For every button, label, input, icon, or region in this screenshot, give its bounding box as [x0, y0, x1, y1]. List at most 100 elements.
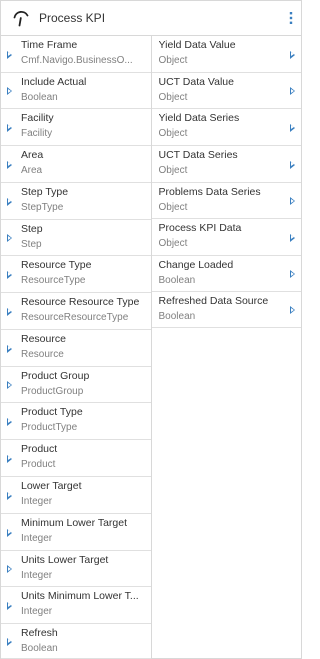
input-port-units-lower-target[interactable]: Units Lower Target Integer: [1, 551, 151, 587]
output-port-arrow-icon[interactable]: [290, 123, 295, 132]
port-name: UCT Data Series: [158, 149, 238, 161]
port-type: ResourceResourceType: [21, 312, 129, 323]
input-port-arrow-icon[interactable]: [7, 344, 12, 353]
output-port-arrow-icon[interactable]: [290, 270, 295, 278]
port-name: Problems Data Series: [158, 186, 261, 198]
input-port-lower-target[interactable]: Lower Target Integer: [1, 477, 151, 514]
output-port-change-loaded[interactable]: Change Loaded Boolean: [151, 256, 301, 292]
port-name: Lower Target: [21, 480, 82, 492]
port-name: Resource Type: [21, 259, 92, 271]
gauge-icon: [10, 7, 32, 29]
port-type: Object: [158, 165, 188, 176]
input-port-arrow-icon[interactable]: [7, 197, 12, 206]
port-name: Step Type: [21, 186, 69, 198]
input-port-time-frame[interactable]: Time Frame Cmf.Navigo.BusinessO...: [1, 36, 151, 73]
port-type: Boolean: [21, 92, 58, 103]
output-port-yield-data-series[interactable]: Yield Data Series Object: [151, 109, 301, 146]
output-port-yield-data-value[interactable]: Yield Data Value Object: [151, 36, 301, 73]
port-type: Boolean: [158, 311, 196, 322]
port-name: Refresh: [21, 627, 58, 639]
input-port-arrow-icon[interactable]: [7, 87, 12, 95]
output-port-uct-data-series[interactable]: UCT Data Series Object: [151, 146, 301, 183]
input-port-arrow-icon[interactable]: [7, 270, 12, 279]
input-port-arrow-icon[interactable]: [7, 307, 12, 316]
input-port-arrow-icon[interactable]: [7, 601, 12, 610]
input-port-refresh[interactable]: Refresh Boolean: [1, 624, 151, 659]
port-name: Minimum Lower Target: [21, 517, 128, 529]
output-port-arrow-icon[interactable]: [290, 160, 295, 169]
port-type: Boolean: [158, 275, 196, 286]
port-type: Integer: [21, 606, 53, 617]
port-name: Process KPI Data: [158, 222, 242, 234]
input-port-include-actual[interactable]: Include Actual Boolean: [1, 73, 151, 109]
input-port-facility[interactable]: Facility Facility: [1, 109, 151, 146]
output-port-arrow-icon[interactable]: [290, 306, 295, 314]
port-type: Boolean: [21, 643, 58, 654]
output-port-refreshed-data-source[interactable]: Refreshed Data Source Boolean: [151, 292, 301, 328]
input-port-resource[interactable]: Resource Resource: [1, 330, 151, 367]
port-name: Units Minimum Lower T...: [21, 590, 139, 602]
port-name: Product: [21, 443, 58, 455]
port-type: Facility: [21, 128, 53, 139]
port-type: Integer: [21, 533, 53, 544]
port-name: Time Frame: [21, 39, 78, 51]
port-type: Object: [158, 202, 188, 213]
input-port-area[interactable]: Area Area: [1, 146, 151, 183]
port-type: ResourceType: [21, 275, 86, 286]
port-name: Resource Resource Type: [21, 296, 140, 308]
input-port-minimum-lower-target[interactable]: Minimum Lower Target Integer: [1, 514, 151, 551]
input-port-resource-resource-type[interactable]: Resource Resource Type ResourceResourceTy…: [1, 293, 151, 330]
input-port-step[interactable]: Step Step: [1, 220, 151, 256]
port-type: ProductGroup: [21, 386, 84, 397]
port-name: Product Group: [21, 370, 90, 382]
input-port-product[interactable]: Product Product: [1, 440, 151, 477]
port-name: Refreshed Data Source: [158, 295, 269, 307]
port-type: Object: [158, 238, 188, 249]
node-title: Process KPI: [39, 11, 106, 25]
input-port-arrow-icon[interactable]: [7, 528, 12, 537]
port-name: Resource: [21, 333, 66, 345]
input-port-arrow-icon[interactable]: [7, 381, 12, 389]
input-port-units-minimum-lower-t[interactable]: Units Minimum Lower T... Integer: [1, 587, 151, 624]
port-name: Product Type: [21, 406, 83, 418]
port-type: Cmf.Navigo.BusinessO...: [21, 55, 133, 66]
port-name: Units Lower Target: [21, 554, 109, 566]
port-type: Object: [158, 55, 188, 66]
output-port-arrow-icon[interactable]: [290, 87, 295, 95]
input-port-product-group[interactable]: Product Group ProductGroup: [1, 367, 151, 403]
output-port-arrow-icon[interactable]: [290, 197, 295, 205]
port-name: Yield Data Value: [158, 39, 236, 51]
input-port-arrow-icon[interactable]: [7, 160, 12, 169]
output-ports: Yield Data Value Object UCT Data Value Obje…: [151, 36, 301, 658]
input-port-arrow-icon[interactable]: [7, 454, 12, 463]
input-port-arrow-icon[interactable]: [7, 491, 12, 500]
input-port-arrow-icon[interactable]: [7, 417, 12, 426]
port-type: Product: [21, 459, 56, 470]
output-port-arrow-icon[interactable]: [290, 50, 295, 59]
output-port-problems-data-series[interactable]: Problems Data Series Object: [151, 183, 301, 219]
port-type: Object: [158, 128, 188, 139]
port-name: Yield Data Series: [158, 112, 240, 124]
output-port-uct-data-value[interactable]: UCT Data Value Object: [151, 73, 301, 109]
input-port-arrow-icon[interactable]: [7, 50, 12, 59]
port-type: Object: [158, 92, 188, 103]
port-type: Resource: [21, 349, 64, 360]
process-kpi-node: Process KPI Time Frame Cmf.Navigo.Busines…: [0, 0, 302, 659]
input-port-arrow-icon[interactable]: [7, 123, 12, 132]
input-port-step-type[interactable]: Step Type StepType: [1, 183, 151, 220]
input-port-arrow-icon[interactable]: [7, 234, 12, 242]
port-type: ProductType: [21, 422, 78, 433]
more-vertical-icon[interactable]: [288, 10, 294, 26]
port-name: Step: [21, 223, 43, 235]
input-port-arrow-icon[interactable]: [7, 637, 12, 646]
input-port-product-type[interactable]: Product Type ProductType: [1, 403, 151, 440]
output-port-arrow-icon[interactable]: [290, 233, 295, 242]
input-port-arrow-icon[interactable]: [7, 565, 12, 573]
node-body: Time Frame Cmf.Navigo.BusinessO... Include…: [1, 36, 301, 659]
port-name: UCT Data Value: [158, 76, 234, 88]
input-ports: Time Frame Cmf.Navigo.BusinessO... Include…: [1, 36, 152, 659]
port-name: Facility: [21, 112, 54, 124]
output-port-process-kpi-data[interactable]: Process KPI Data Object: [151, 219, 301, 256]
input-port-resource-type[interactable]: Resource Type ResourceType: [1, 256, 151, 293]
node-header: Process KPI: [1, 1, 301, 36]
